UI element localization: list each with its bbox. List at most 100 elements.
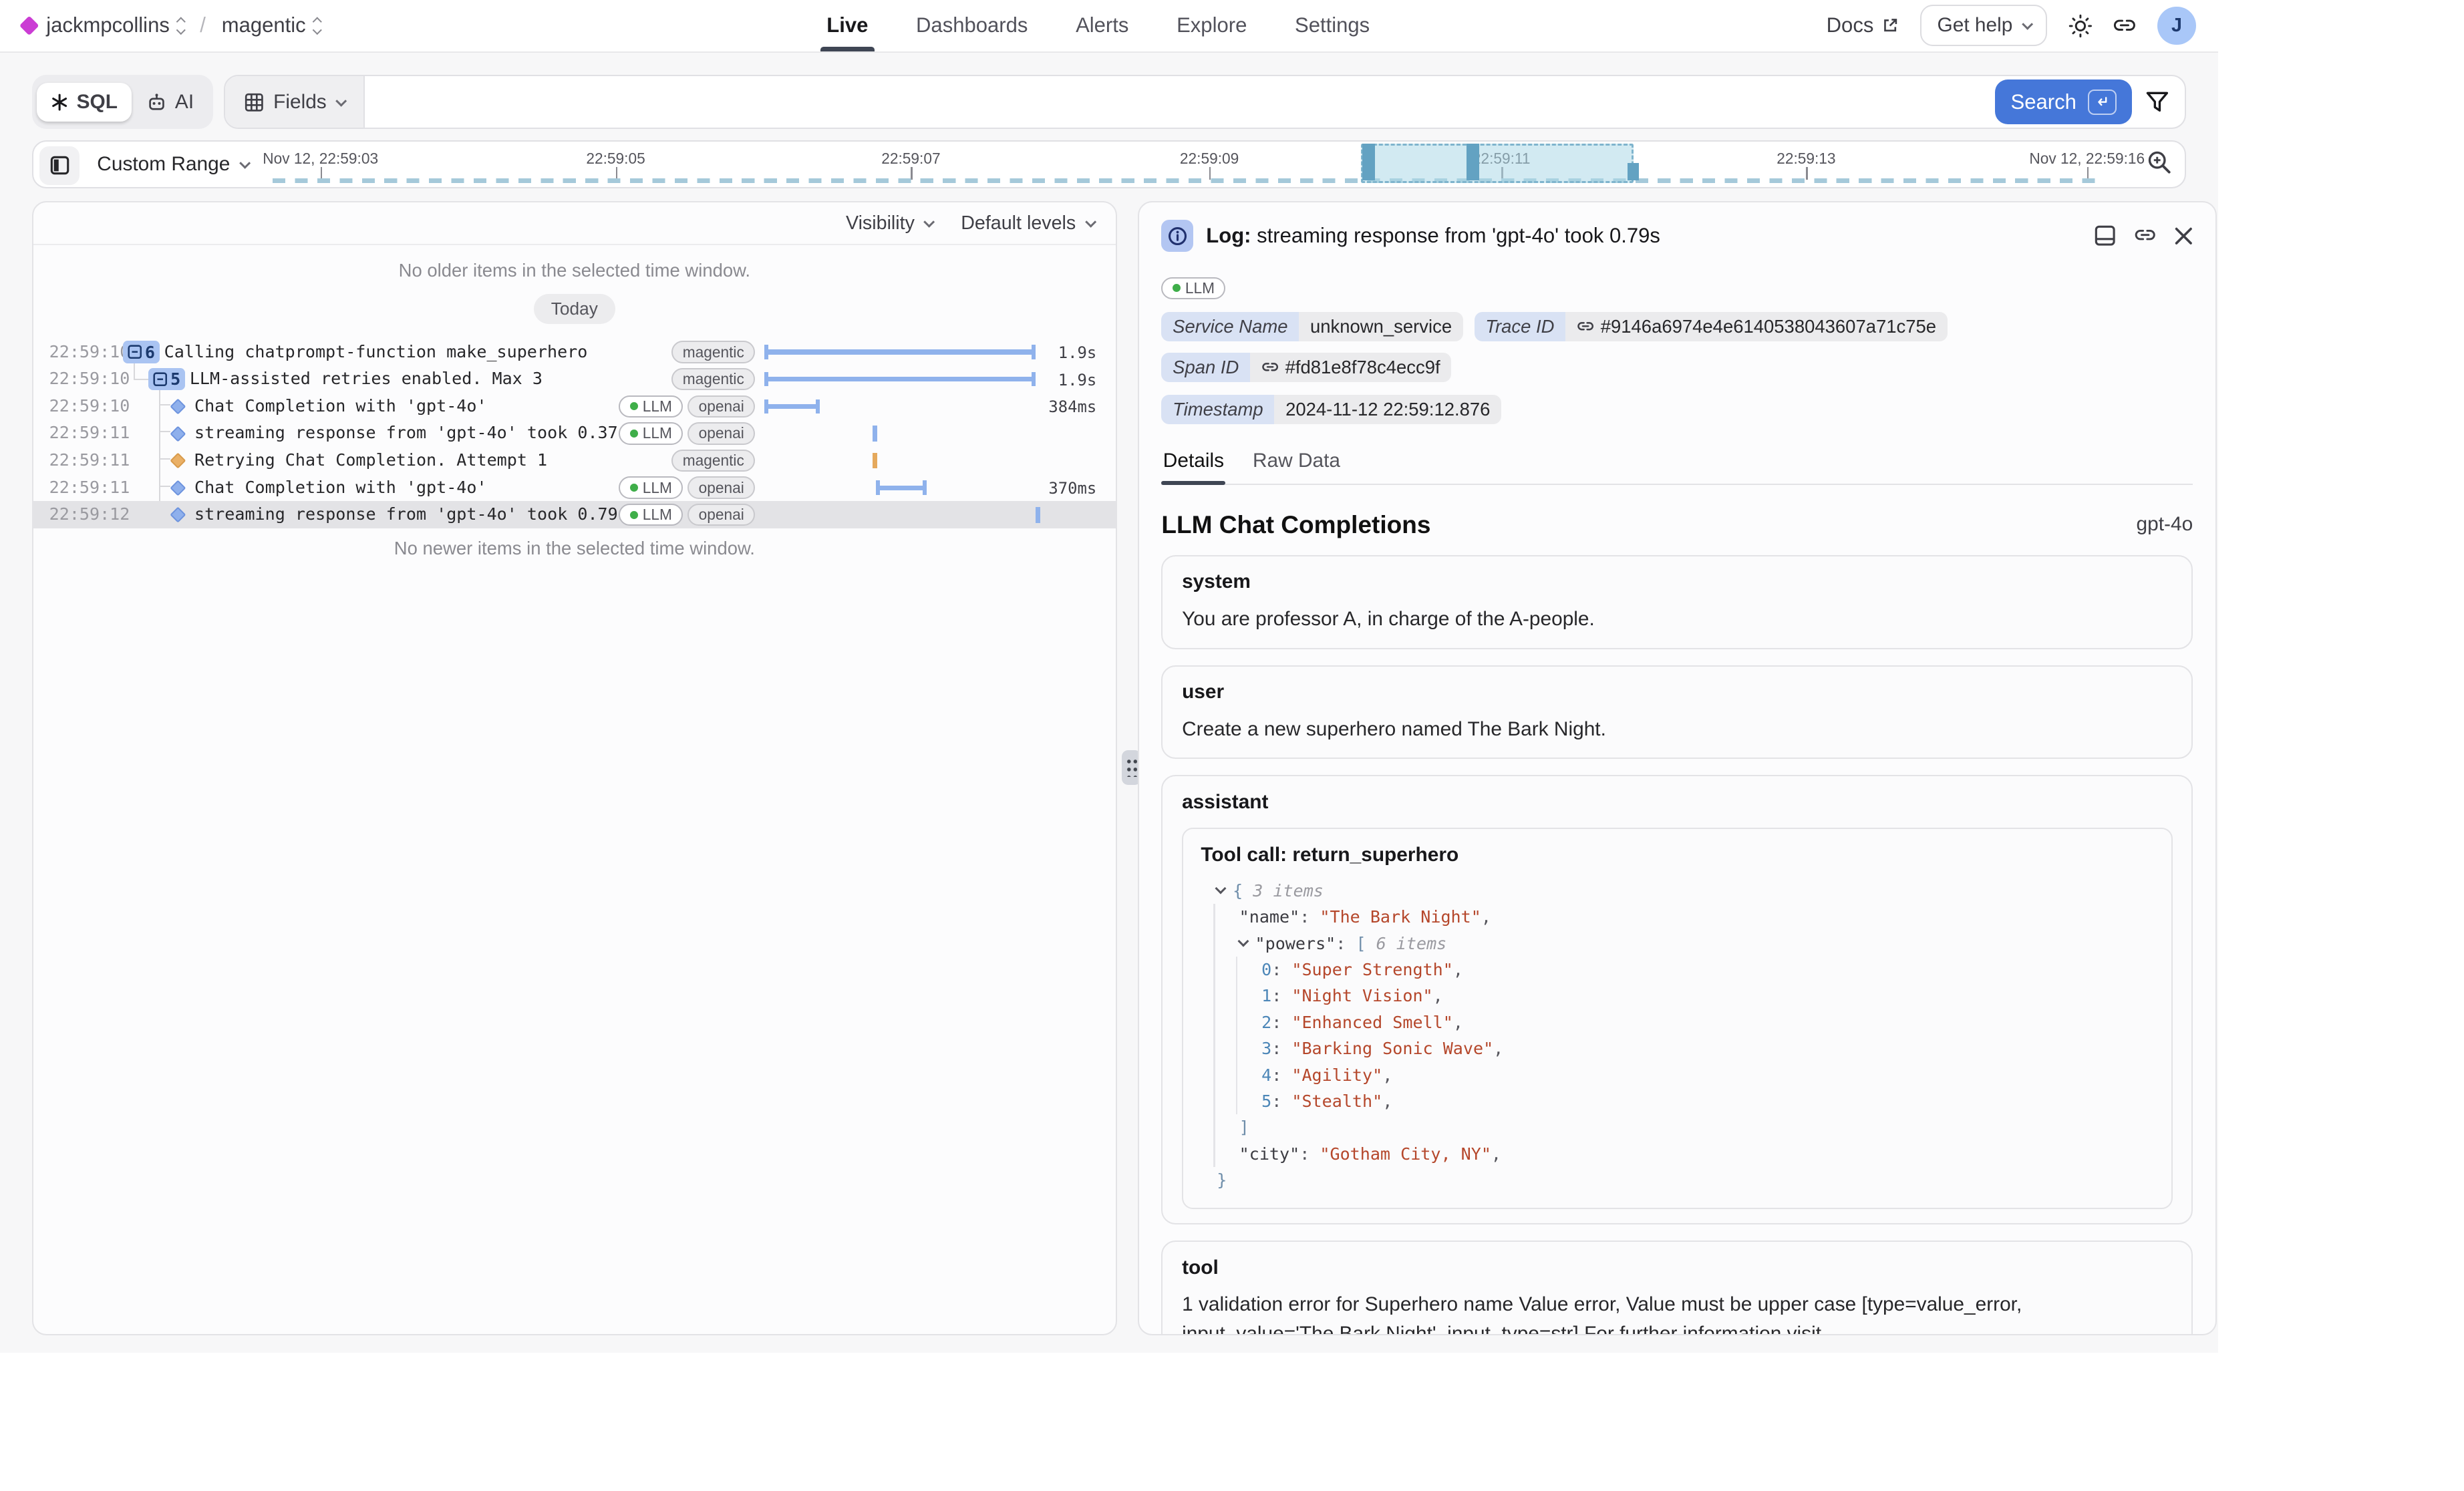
log-rows: 22:59:10 6 Calling chatprompt-function m…	[33, 339, 1116, 528]
llm-badge-row: LLM	[1161, 269, 2193, 299]
role-label: system	[1182, 570, 2172, 593]
timeline-tick: 22:59:09	[1180, 150, 1239, 168]
tool-call-title: Tool call: return_superhero	[1201, 844, 2153, 866]
tag-magentic: magentic	[671, 368, 755, 390]
collapse-sidebar-button[interactable]	[39, 146, 80, 184]
link-icon	[1261, 359, 1279, 376]
span-id-label: Span ID	[1161, 353, 1250, 382]
copy-link-button[interactable]	[2134, 224, 2156, 246]
collapse-minus-icon	[128, 345, 142, 359]
no-newer-items-note: No newer items in the selected time wind…	[33, 538, 1116, 559]
nav-tab-live[interactable]: Live	[826, 0, 868, 51]
service-name-attribute: Service Name unknown_service	[1161, 312, 1462, 341]
search-button[interactable]: Search	[1995, 79, 2133, 124]
llm-dot-icon	[630, 402, 638, 410]
detail-tabs: Details Raw Data	[1161, 443, 2193, 484]
duration-label: 384ms	[1010, 397, 1096, 416]
log-tags: LLM openai	[619, 476, 755, 498]
org-selector[interactable]: jackmpcollins	[46, 13, 184, 37]
visibility-dropdown[interactable]: Visibility	[846, 212, 932, 234]
message-text: Create a new superhero named The Bark Ni…	[1182, 715, 2172, 743]
funnel-icon	[2145, 91, 2169, 113]
collapse-span-badge[interactable]: 5	[148, 368, 186, 390]
filter-button[interactable]	[2145, 91, 2169, 113]
tag-llm: LLM	[619, 422, 683, 444]
sql-label: SQL	[77, 91, 118, 114]
section-title: LLM Chat Completions	[1161, 510, 1430, 539]
trace-id-value[interactable]: #9146a6974e4e6140538043607a71c75e	[1565, 312, 1948, 341]
info-icon	[1161, 220, 1193, 252]
grip-dots-icon	[1126, 758, 1137, 777]
user-avatar[interactable]: J	[2157, 7, 2195, 45]
log-list-panel: Visibility Default levels No older items…	[32, 201, 1117, 1335]
message-text: You are professor A, in charge of the A-…	[1182, 605, 2172, 633]
timeline-selection[interactable]	[1361, 144, 1634, 184]
robot-icon	[146, 93, 167, 112]
close-button[interactable]	[2174, 226, 2193, 246]
share-link-button[interactable]	[2113, 14, 2137, 38]
chevron-down-icon	[2022, 19, 2033, 30]
log-row[interactable]: 22:59:10 Chat Completion with 'gpt-4o' L…	[33, 393, 1116, 420]
instant-tick	[873, 453, 877, 469]
duration-label: 370ms	[1010, 479, 1096, 498]
log-row[interactable]: 22:59:11 Retrying Chat Completion. Attem…	[33, 447, 1116, 474]
query-input[interactable]	[365, 76, 1995, 128]
collapse-minus-icon	[153, 372, 167, 386]
asterisk-icon	[51, 94, 68, 111]
collapse-span-badge[interactable]: 6	[123, 341, 160, 363]
timeline-baseline	[273, 178, 2102, 183]
timestamp-attribute: Timestamp 2024-11-12 22:59:12.876	[1161, 395, 1501, 424]
child-count: 5	[170, 369, 180, 389]
log-tags: magentic	[671, 450, 755, 472]
ai-mode-button[interactable]: AI	[132, 83, 208, 122]
span-id-value[interactable]: #fd81e8f78c4ecc9f	[1250, 353, 1451, 382]
tag-llm: LLM	[619, 395, 683, 418]
nav-tab-alerts[interactable]: Alerts	[1076, 0, 1128, 51]
detail-title: Log: streaming response from 'gpt-4o' to…	[1206, 224, 2081, 248]
sql-mode-button[interactable]: SQL	[37, 83, 132, 122]
tab-raw-data[interactable]: Raw Data	[1251, 443, 1342, 483]
log-row[interactable]: 22:59:11 Chat Completion with 'gpt-4o' L…	[33, 474, 1116, 502]
detail-header: Log: streaming response from 'gpt-4o' to…	[1161, 220, 2193, 252]
docs-link[interactable]: Docs	[1827, 13, 1899, 37]
dock-panel-button[interactable]	[2094, 224, 2116, 246]
nav-tab-settings[interactable]: Settings	[1295, 0, 1370, 51]
get-help-button[interactable]: Get help	[1920, 5, 2048, 46]
tag-llm: LLM	[619, 476, 683, 498]
time-range-label: Custom Range	[97, 153, 230, 176]
chevron-up-down-icon	[314, 19, 321, 33]
log-time: 22:59:10	[49, 342, 130, 361]
project-selector[interactable]: magentic	[222, 13, 320, 37]
today-pill[interactable]: Today	[534, 294, 616, 324]
chevron-down-icon	[335, 96, 347, 107]
tab-details[interactable]: Details	[1161, 443, 1225, 483]
search-button-label: Search	[2011, 90, 2076, 114]
log-tags: LLM openai	[619, 422, 755, 444]
fields-label: Fields	[273, 91, 327, 114]
timeline-zoom-in-button[interactable]	[2147, 150, 2172, 175]
duration-bar	[876, 486, 927, 490]
tool-call-json[interactable]: { 3 items"name": "The Bark Night","power…	[1201, 878, 2153, 1194]
fields-button[interactable]: Fields	[225, 76, 364, 128]
meta-row: Service Name unknown_service Trace ID #9…	[1161, 312, 2193, 382]
log-row[interactable]: 22:59:11 streaming response from 'gpt-4o…	[33, 420, 1116, 448]
service-name-label: Service Name	[1161, 312, 1299, 341]
topbar-actions: Docs Get help J	[1827, 5, 2196, 46]
time-range-selector[interactable]: Custom Range	[97, 142, 247, 187]
tag-magentic: magentic	[671, 450, 755, 472]
span-id-attribute: Span ID #fd81e8f78c4ecc9f	[1161, 353, 1451, 382]
no-older-items-note: No older items in the selected time wind…	[33, 260, 1116, 281]
log-row-selected[interactable]: 22:59:12 streaming response from 'gpt-4o…	[33, 501, 1116, 528]
ai-label: AI	[175, 91, 194, 114]
trace-id-label: Trace ID	[1475, 312, 1566, 341]
theme-toggle-button[interactable]	[2068, 14, 2093, 38]
log-row[interactable]: 22:59:10 6 Calling chatprompt-function m…	[33, 339, 1116, 366]
histogram-bar	[1362, 144, 1375, 180]
log-tags: magentic	[671, 368, 755, 390]
nav-tab-dashboards[interactable]: Dashboards	[916, 0, 1028, 51]
default-levels-dropdown[interactable]: Default levels	[961, 212, 1093, 234]
histogram-bar	[1628, 163, 1639, 180]
log-row[interactable]: 22:59:10 5 LLM-assisted retries enabled.…	[33, 365, 1116, 393]
nav-tab-explore[interactable]: Explore	[1177, 0, 1247, 51]
log-time: 22:59:10	[49, 369, 130, 388]
